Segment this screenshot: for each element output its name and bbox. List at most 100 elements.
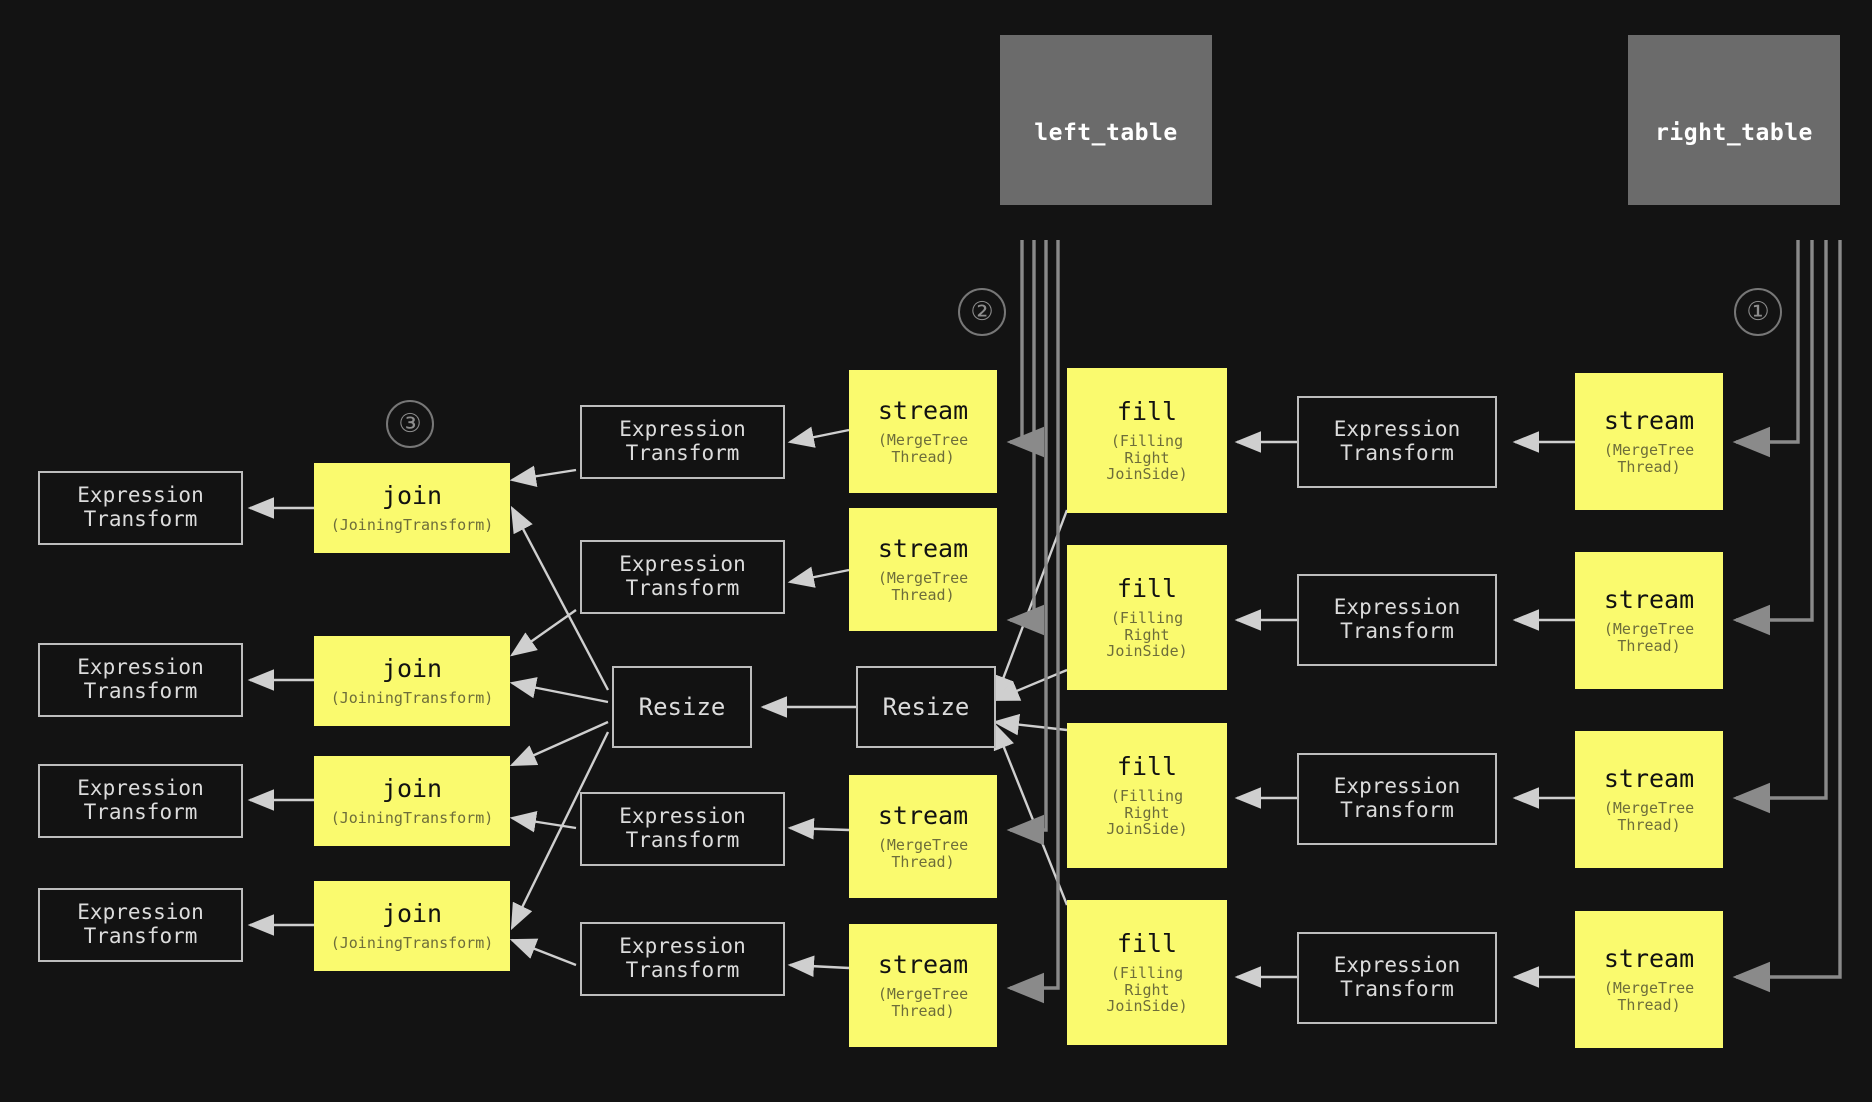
left-expression-2[interactable]: Expression Transform <box>580 540 785 614</box>
right-stream-2[interactable]: stream (MergeTree Thread) <box>1575 552 1723 689</box>
source-right-table-label: right_table <box>1655 120 1813 146</box>
left-expression-1-line-1: Expression <box>619 417 746 442</box>
out-expression-2[interactable]: Expression Transform <box>38 643 243 717</box>
left-expression-1[interactable]: Expression Transform <box>580 405 785 479</box>
left-stream-2-title: stream <box>877 534 969 564</box>
left-expression-3-line-1: Expression <box>619 804 746 829</box>
resize-left[interactable]: Resize <box>612 666 752 748</box>
join-2-title: join <box>381 654 443 684</box>
source-left-table[interactable]: left_table <box>1000 35 1212 205</box>
left-expression-4-line-1: Expression <box>619 934 746 959</box>
diagram-canvas: left_table right_table ② ① ③ stream (Mer… <box>0 0 1872 1102</box>
fill-3-sub-2: Right <box>1124 803 1170 822</box>
join-4-sub: (JoiningTransform) <box>330 934 494 953</box>
left-stream-3-sub-2: Thread) <box>891 853 955 871</box>
out-expression-1-line-1: Expression <box>77 483 204 508</box>
left-expression-1-line-2: Transform <box>625 441 740 465</box>
source-left-table-label: left_table <box>1034 120 1178 146</box>
fill-3[interactable]: fill (Filling Right JoinSide) <box>1067 723 1227 868</box>
right-expression-2[interactable]: Expression Transform <box>1297 574 1497 666</box>
fill-2-sub-2: Right <box>1124 625 1170 644</box>
resize-left-label: Resize <box>638 692 726 721</box>
right-stream-2-sub-2: Thread) <box>1617 637 1681 655</box>
source-right-table[interactable]: right_table <box>1628 35 1840 205</box>
out-expression-3-line-1: Expression <box>77 776 204 801</box>
fill-4-sub-1: (Filling <box>1110 963 1184 982</box>
join-1[interactable]: join (JoiningTransform) <box>314 463 510 553</box>
left-stream-2[interactable]: stream (MergeTree Thread) <box>849 508 997 631</box>
fill-1[interactable]: fill (Filling Right JoinSide) <box>1067 368 1227 513</box>
out-expression-4-line-1: Expression <box>77 900 204 925</box>
join-3[interactable]: join (JoiningTransform) <box>314 756 510 846</box>
left-stream-4-sub-1: (MergeTree <box>877 985 969 1004</box>
join-1-sub: (JoiningTransform) <box>330 516 494 535</box>
out-expression-1[interactable]: Expression Transform <box>38 471 243 545</box>
out-expression-1-line-2: Transform <box>83 507 198 531</box>
fill-3-title: fill <box>1116 751 1178 781</box>
left-stream-3-sub-1: (MergeTree <box>877 836 969 855</box>
right-expression-2-line-1: Expression <box>1333 595 1461 620</box>
join-4-title: join <box>381 899 443 929</box>
fill-4-sub-3: JoinSide) <box>1106 997 1188 1016</box>
fill-3-sub-1: (Filling <box>1110 786 1184 805</box>
fill-1-sub-1: (Filling <box>1110 431 1184 450</box>
out-expression-3-line-2: Transform <box>83 800 198 824</box>
fill-4[interactable]: fill (Filling Right JoinSide) <box>1067 900 1227 1045</box>
out-expression-2-line-1: Expression <box>77 655 204 680</box>
left-stream-4-sub-2: Thread) <box>891 1002 955 1020</box>
left-stream-4[interactable]: stream (MergeTree Thread) <box>849 924 997 1047</box>
fill-2-sub-3: JoinSide) <box>1106 642 1188 661</box>
right-expression-3-line-1: Expression <box>1333 774 1461 799</box>
marker-3-label: ③ <box>398 409 422 439</box>
left-stream-1[interactable]: stream (MergeTree Thread) <box>849 370 997 493</box>
fill-1-title: fill <box>1116 396 1178 426</box>
right-stream-2-title: stream <box>1603 585 1695 615</box>
left-expression-3-line-2: Transform <box>625 828 740 852</box>
left-expression-4[interactable]: Expression Transform <box>580 922 785 996</box>
marker-2-icon: ② <box>958 288 1006 336</box>
left-stream-1-sub-1: (MergeTree <box>877 431 969 450</box>
resize-right[interactable]: Resize <box>856 666 996 748</box>
right-expression-3[interactable]: Expression Transform <box>1297 753 1497 845</box>
join-2[interactable]: join (JoiningTransform) <box>314 636 510 726</box>
marker-2-label: ② <box>970 297 994 327</box>
fill-2-title: fill <box>1116 573 1178 603</box>
fill-1-sub-2: Right <box>1124 448 1170 467</box>
right-stream-3[interactable]: stream (MergeTree Thread) <box>1575 731 1723 868</box>
right-stream-4-title: stream <box>1603 944 1695 974</box>
fill-3-sub-3: JoinSide) <box>1106 820 1188 839</box>
fill-4-title: fill <box>1116 928 1178 958</box>
right-stream-3-sub-2: Thread) <box>1617 816 1681 834</box>
left-stream-3-title: stream <box>877 801 969 831</box>
join-4[interactable]: join (JoiningTransform) <box>314 881 510 971</box>
left-stream-4-title: stream <box>877 950 969 980</box>
join-3-title: join <box>381 774 443 804</box>
fill-2-sub-1: (Filling <box>1110 608 1184 627</box>
fill-1-sub-3: JoinSide) <box>1106 465 1188 484</box>
right-expression-1[interactable]: Expression Transform <box>1297 396 1497 488</box>
marker-1-label: ① <box>1746 297 1770 327</box>
right-expression-3-line-2: Transform <box>1340 798 1454 822</box>
right-stream-3-title: stream <box>1603 764 1695 794</box>
out-expression-3[interactable]: Expression Transform <box>38 764 243 838</box>
right-stream-1-sub-1: (MergeTree <box>1603 441 1695 460</box>
left-stream-2-sub-1: (MergeTree <box>877 569 969 588</box>
right-stream-4-sub-2: Thread) <box>1617 996 1681 1014</box>
left-stream-3[interactable]: stream (MergeTree Thread) <box>849 775 997 898</box>
left-expression-2-line-1: Expression <box>619 552 746 577</box>
right-expression-4[interactable]: Expression Transform <box>1297 932 1497 1024</box>
right-expression-4-line-2: Transform <box>1340 977 1454 1001</box>
left-expression-3[interactable]: Expression Transform <box>580 792 785 866</box>
left-expression-4-line-2: Transform <box>625 958 740 982</box>
out-expression-4-line-2: Transform <box>83 924 198 948</box>
right-stream-4-sub-1: (MergeTree <box>1603 979 1695 998</box>
right-expression-1-line-1: Expression <box>1333 417 1461 442</box>
right-stream-1[interactable]: stream (MergeTree Thread) <box>1575 373 1723 510</box>
marker-3-icon: ③ <box>386 400 434 448</box>
right-expression-1-line-2: Transform <box>1340 441 1454 465</box>
right-stream-4[interactable]: stream (MergeTree Thread) <box>1575 911 1723 1048</box>
resize-right-label: Resize <box>882 692 970 721</box>
out-expression-4[interactable]: Expression Transform <box>38 888 243 962</box>
fill-2[interactable]: fill (Filling Right JoinSide) <box>1067 545 1227 690</box>
left-stream-1-title: stream <box>877 396 969 426</box>
